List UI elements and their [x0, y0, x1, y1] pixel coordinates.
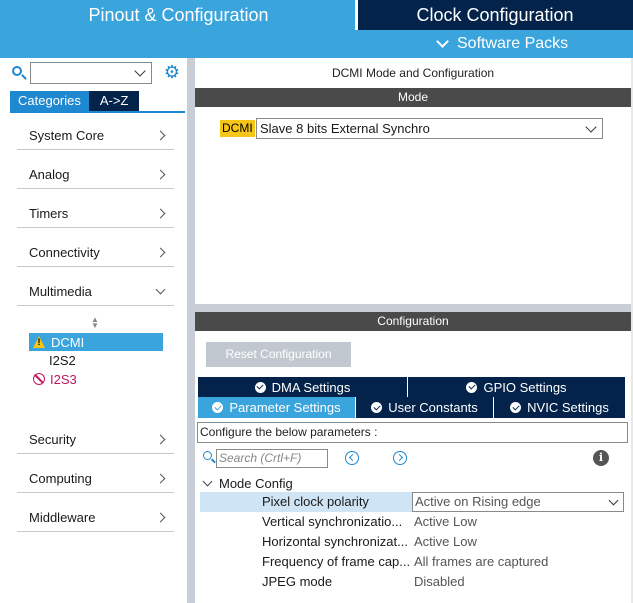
sidebar-item-computing[interactable]: Computing	[17, 465, 174, 493]
mode-select[interactable]: Slave 8 bits External Synchro	[256, 118, 603, 139]
table-row[interactable]: JPEG mode Disabled	[200, 572, 624, 592]
sidebar-splitter[interactable]	[187, 58, 195, 603]
software-packs-button[interactable]: Software Packs	[436, 30, 568, 58]
tab-categories[interactable]: Categories	[10, 91, 89, 111]
tab-nvic-settings[interactable]: NVIC Settings	[494, 397, 626, 418]
chevron-down-icon	[608, 495, 619, 506]
sidebar-item-middleware[interactable]: Middleware	[17, 504, 174, 532]
sidebar-item-connectivity[interactable]: Connectivity	[17, 239, 174, 267]
chevron-down-icon[interactable]	[134, 65, 146, 77]
check-icon	[466, 381, 478, 393]
list-item-i2s2[interactable]: I2S2	[29, 351, 163, 369]
list-item-dcmi[interactable]: DCMI	[29, 333, 163, 351]
sidebar-item-analog[interactable]: Analog	[17, 161, 174, 189]
chevron-right-icon	[155, 512, 166, 523]
tab-pinout-configuration[interactable]: Pinout & Configuration	[0, 0, 357, 30]
chevron-down-icon	[202, 476, 213, 486]
tab-parameter-settings[interactable]: Parameter Settings	[198, 397, 356, 418]
settings-tabs-row-2: Parameter Settings User Constants NVIC S…	[198, 397, 626, 418]
check-icon	[371, 402, 383, 413]
search-icon	[10, 64, 28, 82]
chevron-right-icon	[155, 434, 166, 445]
check-icon	[510, 402, 522, 413]
mode-header: Mode	[195, 88, 631, 107]
chevron-right-icon	[155, 473, 166, 484]
tab-a-z[interactable]: A->Z	[88, 91, 140, 111]
panel-splitter[interactable]	[195, 304, 631, 312]
gear-icon[interactable]: ⚙	[163, 63, 181, 81]
settings-tabs-row-1: DMA Settings GPIO Settings	[198, 377, 626, 397]
sidebar-item-system-core[interactable]: System Core	[17, 122, 174, 150]
chevron-down-icon	[436, 35, 449, 48]
chevron-right-icon	[155, 208, 166, 219]
table-row[interactable]: Horizontal synchronizat... Active Low	[200, 532, 624, 552]
sidebar-item-multimedia[interactable]: Multimedia	[17, 278, 174, 306]
configuration-header: Configuration	[195, 312, 631, 331]
sidebar-item-security[interactable]: Security	[17, 426, 174, 454]
disabled-icon	[33, 373, 45, 385]
chevron-right-icon	[155, 247, 166, 258]
tab-gap	[355, 0, 358, 30]
table-row[interactable]: Frequency of frame cap... All frames are…	[200, 552, 624, 572]
tab-dma-settings[interactable]: DMA Settings	[198, 377, 408, 397]
sidebar-search-input[interactable]	[30, 62, 152, 84]
tree-group-mode-config[interactable]: Mode Config	[202, 474, 293, 492]
reset-configuration-button[interactable]: Reset Configuration	[206, 342, 351, 367]
check-icon	[254, 381, 266, 393]
mode-label: DCMI	[220, 120, 255, 137]
tab-user-constants[interactable]: User Constants	[356, 397, 494, 418]
chevron-down-icon	[585, 121, 597, 133]
sort-icon[interactable]: ▲ ▼	[90, 316, 100, 330]
previous-match-button[interactable]	[345, 451, 359, 465]
chevron-down-icon	[155, 284, 166, 295]
check-icon	[212, 402, 224, 413]
sidebar-item-timers[interactable]: Timers	[17, 200, 174, 228]
tab-gpio-settings[interactable]: GPIO Settings	[408, 377, 626, 397]
sidebar-search-row	[10, 62, 28, 84]
pixel-clock-polarity-select[interactable]: Active on Rising edge	[412, 492, 624, 512]
next-match-button[interactable]	[393, 451, 407, 465]
config-banner: Configure the below parameters :	[197, 422, 628, 443]
category-tabs-underline	[10, 111, 185, 113]
chevron-right-icon	[155, 130, 166, 141]
info-icon[interactable]: i	[593, 450, 609, 466]
chevron-right-icon	[155, 169, 166, 180]
category-tabs: Categories A->Z	[10, 91, 140, 111]
tab-clock-configuration[interactable]: Clock Configuration	[357, 0, 633, 30]
parameter-search-input[interactable]: Search (Crtl+F)	[216, 449, 328, 468]
table-row[interactable]: Vertical synchronizatio... Active Low	[200, 512, 624, 532]
list-item-i2s3[interactable]: I2S3	[29, 370, 163, 388]
table-row[interactable]: Pixel clock polarity Active on Rising ed…	[200, 492, 624, 512]
page-title: DCMI Mode and Configuration	[331, 66, 495, 80]
top-bar: Pinout & Configuration Clock Configurati…	[0, 0, 633, 58]
warning-icon	[33, 336, 46, 348]
search-icon	[202, 450, 216, 464]
